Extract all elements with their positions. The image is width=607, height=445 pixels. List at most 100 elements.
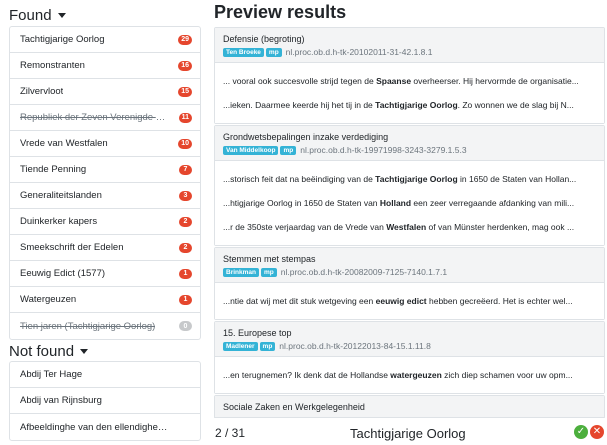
not-found-item[interactable]: Afbeeldinghe van den ellendighen s... [10, 414, 200, 440]
found-item[interactable]: Generaliteitslanden 3 [10, 183, 200, 209]
not-found-item[interactable]: Abdij Ter Hage [10, 362, 200, 388]
result-title: Grondwetsbepalingen inzake verdediging [223, 132, 389, 142]
not-found-item-label: Afbeeldinghe van den ellendighen s... [20, 421, 170, 433]
not-found-heading: Not found [9, 342, 75, 360]
snippet: ...ntie dat wij met dit stuk wetgeving e… [223, 289, 596, 313]
result-card: Defensie (begroting) Ten Broeke mp nl.proc.… [214, 27, 605, 124]
found-item[interactable]: Remonstranten 16 [10, 53, 200, 79]
snippet: ...ieken. Daarmee keerde hij het tij in … [223, 93, 596, 117]
count-badge: 1 [179, 268, 192, 279]
snippet-after: een zeer verregaande afdanking van mili.… [411, 198, 575, 208]
result-header: Grondwetsbepalingen inzake verdediging Va… [215, 126, 604, 161]
snippet-term: watergeuzen [390, 370, 442, 380]
found-item-label: Duinkerker kapers [20, 216, 98, 227]
snippet-term: eeuwig edict [375, 296, 427, 306]
result-card: 15. Europese top Madlener mp nl.proc.ob.d.h… [214, 321, 605, 394]
snippet-after: . Zo wonnen we de slag bij N... [457, 100, 574, 110]
snippet-term: Spaanse [376, 76, 412, 86]
result-header: Stemmen met stempas Brinkman mp nl.proc.ob.… [215, 248, 604, 283]
found-item-label: Smeekschrift der Edelen [20, 242, 124, 253]
document-id: nl.proc.ob.d.h-tk-20102011-31-42.1.8.1 [285, 47, 433, 57]
found-item[interactable]: Zilvervloot 15 [10, 79, 200, 105]
found-item-label: Watergeuzen [20, 294, 77, 305]
snippet: ... vooral ook succesvolle strijd tegen … [223, 69, 596, 93]
party-tag: mp [259, 341, 276, 351]
snippet-after: zich diep schamen voor uw opm... [441, 370, 573, 380]
count-badge: 2 [179, 216, 192, 227]
snippet-term: Holland [379, 198, 412, 208]
found-item[interactable]: Vrede van Westfalen 10 [10, 131, 200, 157]
not-found-item[interactable]: Abdij van Rijnsburg [10, 388, 200, 414]
found-item[interactable]: Republiek der Zeven Verenigde Ned... 11 [10, 105, 200, 131]
snippet-before: ... vooral ook succesvolle strijd tegen … [223, 76, 377, 86]
party-tag: mp [260, 267, 277, 277]
found-item-label: Generaliteitslanden [20, 190, 102, 201]
preview-title: Preview results [214, 2, 347, 22]
result-snippets: ...en terugnemen? Ik denk dat de Holland… [215, 357, 604, 393]
found-item[interactable]: Eeuwig Edict (1577) 1 [10, 261, 200, 287]
current-term: Tachtigjarige Oorlog [350, 426, 466, 441]
result-header: Sociale Zaken en Werkgelegenheid [215, 396, 604, 418]
found-item[interactable]: Smeekschrift der Edelen 2 [10, 235, 200, 261]
reject-button[interactable]: ✕ [590, 425, 604, 439]
party-tag: mp [265, 47, 282, 57]
result-title: Sociale Zaken en Werkgelegenheid [223, 402, 365, 412]
result-title: 15. Europese top [223, 328, 292, 338]
snippet: ...en terugnemen? Ik denk dat de Holland… [223, 363, 596, 387]
result-meta: Ten Broeke mp nl.proc.ob.d.h-tk-20102011-3… [223, 47, 596, 57]
found-item[interactable]: Duinkerker kapers 2 [10, 209, 200, 235]
result-meta: Van Middelkoop mp nl.proc.ob.d.h-tk-199719… [223, 145, 596, 155]
snippet: ...htigjarige Oorlog in 1650 de Staten v… [223, 191, 596, 215]
accept-button[interactable]: ✓ [574, 425, 588, 439]
found-item[interactable]: Tien jaren (Tachtigjarige Oorlog) 0 [10, 313, 200, 339]
found-item-label: Tien jaren (Tachtigjarige Oorlog) [20, 320, 156, 332]
count-badge: 11 [178, 112, 192, 123]
not-found-section-toggle[interactable]: Not found [9, 340, 89, 362]
close-icon: ✕ [592, 426, 602, 437]
document-id: nl.proc.ob.d.h-tk-20082009-7125-7140.1.7… [280, 267, 448, 277]
found-section-toggle[interactable]: Found [9, 4, 66, 26]
result-header: 15. Europese top Madlener mp nl.proc.ob.d.h… [215, 322, 604, 357]
snippet-after: overheerser. Hij hervormde de organisati… [411, 76, 579, 86]
not-found-item-label: Abdij Ter Hage [20, 369, 83, 380]
check-icon: ✓ [576, 426, 586, 437]
count-badge: 3 [179, 190, 192, 201]
snippet-term: Westfalen [386, 222, 427, 232]
result-card: Grondwetsbepalingen inzake verdediging Va… [214, 125, 605, 246]
count-badge: 15 [178, 86, 192, 97]
snippet: ...storisch feit dat na beëindiging van … [223, 167, 596, 191]
result-snippets: ...ntie dat wij met dit stuk wetgeving e… [215, 283, 604, 319]
document-id: nl.proc.ob.d.h-tk-20122013-84-15.1.11.8 [279, 341, 431, 351]
count-badge: 29 [178, 34, 192, 45]
result-snippets: ...storisch feit dat na beëindiging van … [215, 161, 604, 245]
speaker-tag: Ten Broeke [223, 47, 264, 57]
found-item[interactable]: Watergeuzen 1 [10, 287, 200, 313]
snippet-before: ...storisch feit dat na beëindiging van … [223, 174, 376, 184]
snippet-after: of van Münster herdenken, mag ook ... [426, 222, 575, 232]
found-item[interactable]: Tachtigjarige Oorlog 29 [10, 27, 200, 53]
document-id: nl.proc.ob.d.h-tk-19971998-3243-3279.1.5… [300, 145, 467, 155]
result-meta: Brinkman mp nl.proc.ob.d.h-tk-20082009-712… [223, 267, 596, 277]
count-badge: 7 [179, 164, 192, 175]
snippet-term: Tachtigjarige Oorlog [375, 100, 458, 110]
count-badge: 1 [179, 294, 192, 305]
snippet-after: in 1650 de Staten van Hollan... [457, 174, 577, 184]
snippet-before: ...ntie dat wij met dit stuk wetgeving e… [223, 296, 376, 306]
count-badge: 2 [179, 242, 192, 253]
snippet-before: ...en terugnemen? Ik denk dat de Holland… [223, 370, 391, 380]
speaker-tag: Brinkman [223, 267, 259, 277]
snippet-before: ...r de 350ste verjaardag van de Vrede v… [223, 222, 387, 232]
not-found-list: Abdij Ter Hage Abdij van Rijnsburg Afbeeld… [9, 361, 201, 441]
count-badge: 0 [179, 321, 192, 331]
snippet-after: hebben gecreëerd. Het is echter wel... [426, 296, 573, 306]
found-heading: Found [9, 6, 52, 24]
found-item-label: Tiende Penning [20, 164, 87, 175]
result-title: Stemmen met stempas [223, 254, 316, 264]
results-list[interactable]: Defensie (begroting) Ten Broeke mp nl.proc.… [214, 27, 605, 418]
result-title: Defensie (begroting) [223, 34, 305, 44]
found-item-label: Zilvervloot [20, 86, 64, 97]
found-item-label: Remonstranten [20, 60, 85, 71]
snippet: ...r de 350ste verjaardag van de Vrede v… [223, 215, 596, 239]
found-item-label: Tachtigjarige Oorlog [20, 34, 105, 45]
found-item[interactable]: Tiende Penning 7 [10, 157, 200, 183]
